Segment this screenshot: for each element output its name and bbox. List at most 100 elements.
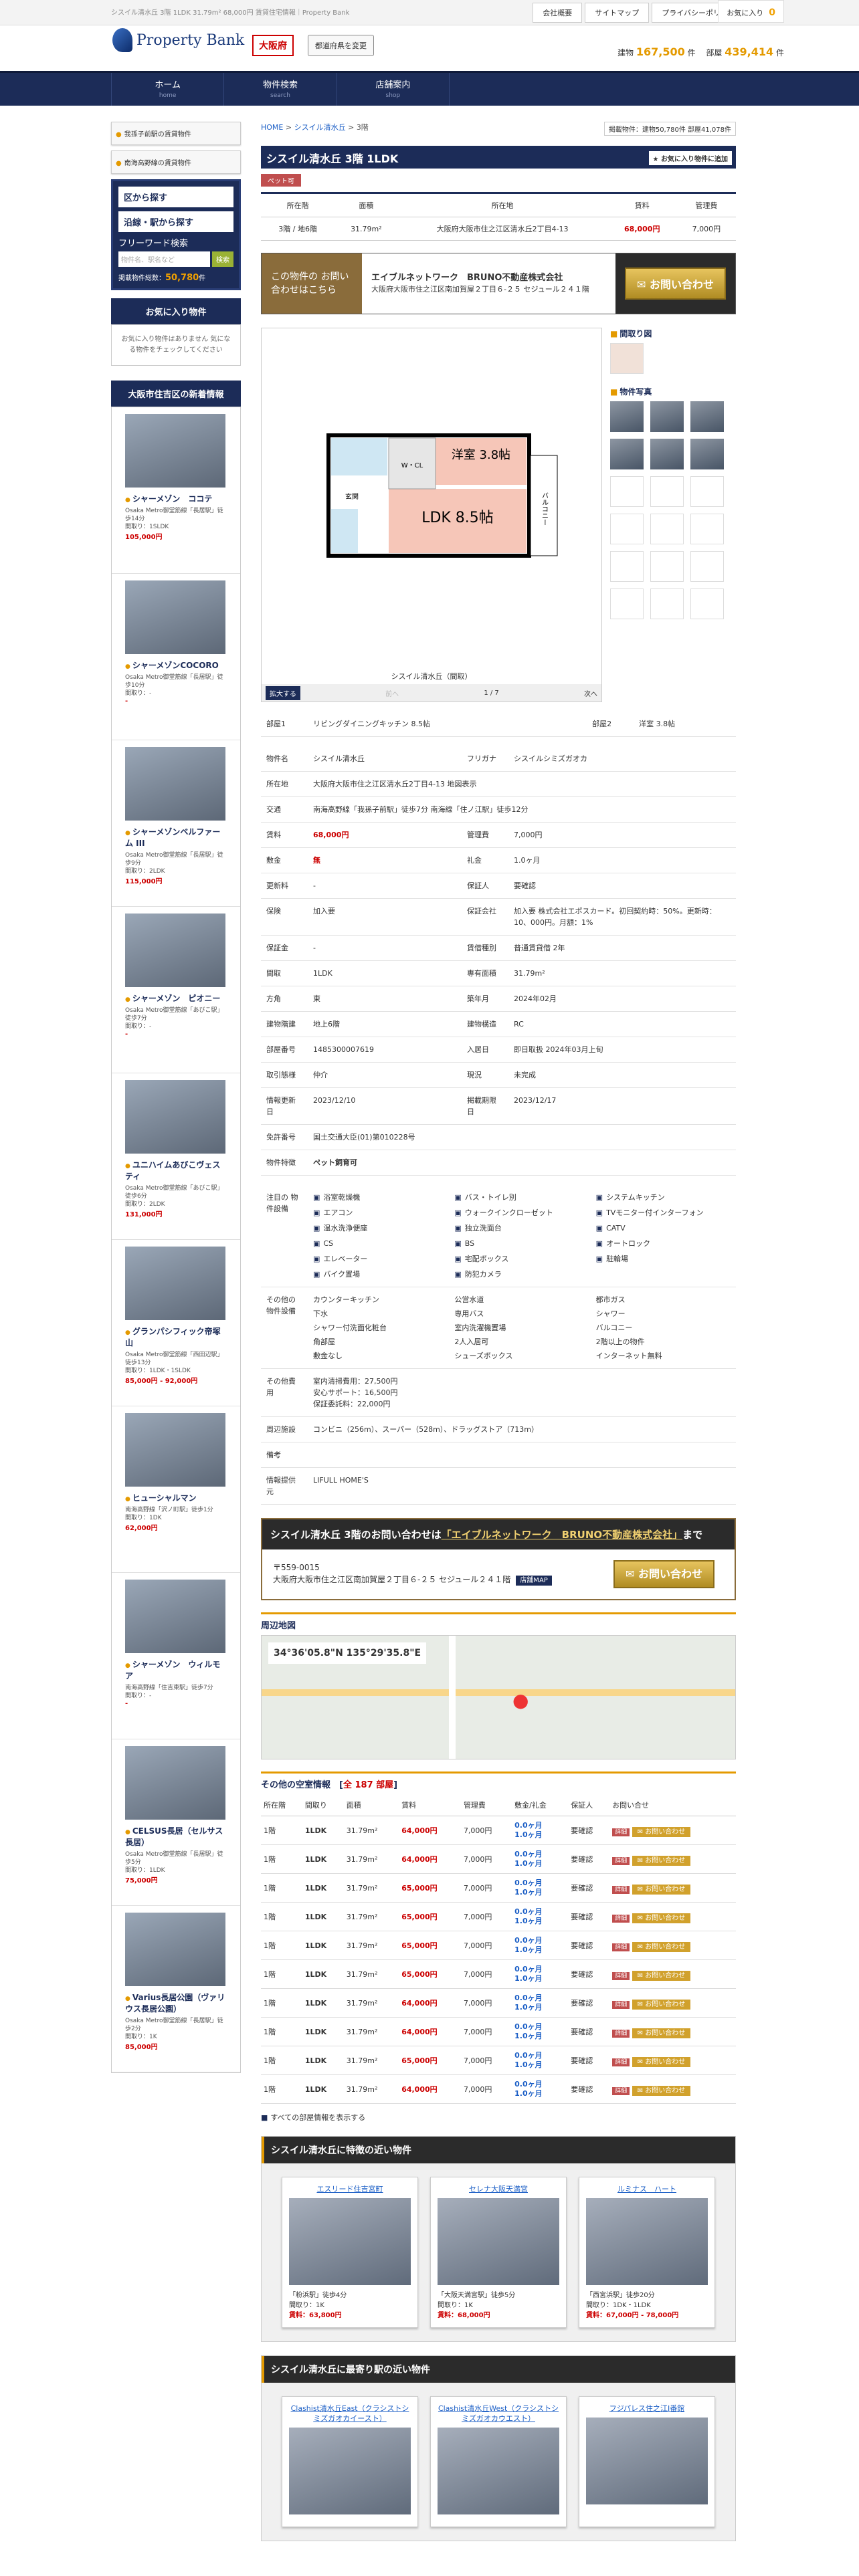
detail-row: 交通 南海高野線「我孫子前駅」徒歩7分 南海線「住ノ江駅」徒歩12分 <box>261 796 736 823</box>
other-equipment-item: 敷金なし <box>313 1352 343 1360</box>
table-row[interactable]: 1階 1LDK 31.79m² 65,000円 7,000円 0.0ヶ月 1.0ヶ月 要確認詳… <box>261 1931 736 1960</box>
search-by-area-button[interactable]: 区から探す <box>118 187 233 207</box>
row-inquiry-button[interactable]: ✉ お問い合わせ <box>632 1941 691 1952</box>
inquiry-company-link[interactable]: 「エイブルネットワーク BRUNO不動産株式会社」 <box>442 1529 682 1541</box>
similar-card[interactable]: ルミナス ハート 「西宮浜駅」徒歩20分 間取り：1DK・1LDK 賃料：67,000… <box>579 2177 715 2328</box>
detail-button[interactable]: 詳細 <box>612 1885 630 1894</box>
map[interactable]: 34°36'05.8"N 135°29'35.8"E ● <box>261 1635 736 1759</box>
free-search-button[interactable]: 検索 <box>212 251 233 267</box>
table-row[interactable]: 1階 1LDK 31.79m² 65,000円 7,000円 0.0ヶ月 1.0ヶ月 要確認詳… <box>261 1902 736 1931</box>
equipment-item: 駐輪場 <box>596 1253 731 1265</box>
row-inquiry-button[interactable]: ✉ お問い合わせ <box>632 1999 691 2010</box>
favorites-counter[interactable]: お気に入り 0 <box>718 0 784 23</box>
inquiry-button[interactable]: ✉ お問い合わせ <box>613 1560 714 1588</box>
zoom-button[interactable]: 拡大する <box>266 685 300 700</box>
similar-card[interactable]: エスリード住吉宮町 「粉浜駅」徒歩4分 間取り：1K 賃料：63,800円 <box>282 2177 418 2328</box>
add-favorite-button[interactable]: ★ お気に入り物件に追加 <box>648 151 732 165</box>
table-row[interactable]: 1階 1LDK 31.79m² 64,000円 7,000円 0.0ヶ月 1.0ヶ月 要確認詳… <box>261 1816 736 1845</box>
row-inquiry-button[interactable]: ✉ お問い合わせ <box>632 2056 691 2067</box>
nav-home[interactable]: ホーム home <box>111 73 223 106</box>
new-list-item[interactable]: ヒューシャルマン 南海高野線「沢ノ町駅」徒歩1分 間取り：1DK 62,000円 <box>112 1406 240 1573</box>
row-inquiry-button[interactable]: ✉ お問い合わせ <box>632 1826 691 1837</box>
table-row[interactable]: 1階 1LDK 31.79m² 64,000円 7,000円 0.0ヶ月 1.0ヶ月 要確認詳… <box>261 2074 736 2104</box>
gallery: 洋室 3.8帖 LDK 8.5帖 W・CL バルコニー 玄関 シスイル清水丘（間… <box>261 328 736 702</box>
new-list-item[interactable]: シャーメゾン ウィルモア 南海高野線「住吉東駅」徒歩7分 間取り：- - <box>112 1573 240 1739</box>
row-inquiry-button[interactable]: ✉ お問い合わせ <box>632 1970 691 1981</box>
table-row[interactable]: 1階 1LDK 31.79m² 64,000円 7,000円 0.0ヶ月 1.0ヶ月 要確認詳… <box>261 1988 736 2018</box>
top-links: 会社概要 サイトマップ プライバシーポリシー <box>530 3 745 23</box>
svg-text:W・CL: W・CL <box>401 462 423 469</box>
detail-button[interactable]: 詳細 <box>612 2029 630 2038</box>
top-link-company[interactable]: 会社概要 <box>533 3 583 23</box>
new-list-item[interactable]: シャーメゾンベルファーム III Osaka Metro御堂筋線「長居駅」徒歩9… <box>112 740 240 907</box>
equipment-item: ウォークインクローゼット <box>454 1207 589 1218</box>
thumb-photo[interactable] <box>650 439 684 469</box>
thumb-photo[interactable] <box>610 439 644 469</box>
detail-button[interactable]: 詳細 <box>612 2086 630 2095</box>
row-inquiry-button[interactable]: ✉ お問い合わせ <box>632 2085 691 2096</box>
main-image[interactable]: 洋室 3.8帖 LDK 8.5帖 W・CL バルコニー 玄関 シスイル清水丘（間… <box>261 328 602 702</box>
row-inquiry-button[interactable]: ✉ お問い合わせ <box>632 1913 691 1923</box>
equipment-item: CS <box>313 1238 448 1249</box>
shop-map-button[interactable]: 店舗MAP <box>516 1576 552 1586</box>
row-inquiry-button[interactable]: ✉ お問い合わせ <box>632 1884 691 1895</box>
detail-button[interactable]: 詳細 <box>612 1856 630 1865</box>
detail-button[interactable]: 詳細 <box>612 2058 630 2066</box>
new-list-item[interactable]: シャーメゾン ピオニー Osaka Metro御堂筋線「あびこ駅」徒歩7分 間取… <box>112 907 240 1073</box>
prev-button[interactable]: 前へ <box>385 688 399 698</box>
logo[interactable]: Property Bank <box>112 28 244 52</box>
new-list-item[interactable]: グランパシフィック帝塚山 Osaka Metro御堂筋線「西田辺駅」徒歩13分 … <box>112 1240 240 1406</box>
next-button[interactable]: 次へ <box>584 688 597 698</box>
crumb-building[interactable]: シスイル清水丘 <box>294 123 346 132</box>
crumb-home[interactable]: HOME <box>261 123 283 132</box>
show-all-rooms-button[interactable]: すべての部屋情報を表示する <box>261 2112 736 2123</box>
thumb-photo[interactable] <box>690 439 724 469</box>
thumb-photo[interactable] <box>690 401 724 432</box>
search-by-line-button[interactable]: 沿線・駅から探す <box>118 211 233 232</box>
new-item-name: Varius長居公園（ヴァリウス長居公園） <box>125 1992 227 2014</box>
nearby-card[interactable]: Clashist清水丘West（クラシストシミズガオカウエスト） <box>430 2396 567 2527</box>
new-list-item[interactable]: シャーメゾン ココテ Osaka Metro御堂筋線「長居駅」徒歩14分 間取り… <box>112 407 240 574</box>
other-equipment-item: シャワー付洗面化粧台 <box>313 1323 387 1332</box>
detail-button[interactable]: 詳細 <box>612 2000 630 2009</box>
equipment-item: BS <box>454 1238 589 1249</box>
sidebar-line-link[interactable]: 南海高野線の賃貸物件 <box>111 150 241 174</box>
card-photo <box>289 2198 411 2285</box>
detail-button[interactable]: 詳細 <box>612 1914 630 1923</box>
map-coordinates: 34°36'05.8"N 135°29'35.8"E <box>268 1642 427 1664</box>
table-row[interactable]: 1階 1LDK 31.79m² 64,000円 7,000円 0.0ヶ月 1.0ヶ月 要確認詳… <box>261 1844 736 1874</box>
nav-search[interactable]: 物件検索 search <box>223 73 336 106</box>
row-inquiry-button[interactable]: ✉ お問い合わせ <box>632 2028 691 2038</box>
detail-row: 所在地 大阪府大阪市住之江区清水丘2丁目4-13 地図表示 <box>261 771 736 797</box>
new-list-item[interactable]: Varius長居公園（ヴァリウス長居公園） Osaka Metro御堂筋線「長居… <box>112 1906 240 2072</box>
detail-row: 賃料 68,000円 管理費 7,000円 <box>261 822 736 848</box>
similar-card[interactable]: セレナ大阪天満宮 「大阪天満宮駅」徒歩5分 間取り：1K 賃料：68,000円 <box>430 2177 567 2328</box>
nav-shop[interactable]: 店舗案内 shop <box>336 73 450 106</box>
nearby-card[interactable]: フジパレス住之江Ⅰ番館 <box>579 2396 715 2527</box>
table-row[interactable]: 1階 1LDK 31.79m² 65,000円 7,000円 0.0ヶ月 1.0ヶ月 要確認詳… <box>261 1959 736 1989</box>
sidebar-station-link[interactable]: 我孫子前駅の賃貸物件 <box>111 122 241 145</box>
thumb-plan[interactable] <box>610 343 644 374</box>
thumb-photo[interactable] <box>650 401 684 432</box>
prefecture-select[interactable]: 都道府県を変更 <box>308 35 374 56</box>
detail-button[interactable]: 詳細 <box>612 1828 630 1836</box>
row-inquiry-button[interactable]: ✉ お問い合わせ <box>632 1855 691 1866</box>
top-link-sitemap[interactable]: サイトマップ <box>585 3 650 23</box>
contact-button[interactable]: ✉ お問い合わせ <box>625 267 726 300</box>
table-row[interactable]: 1階 1LDK 31.79m² 65,000円 7,000円 0.0ヶ月 1.0ヶ月 要確認詳… <box>261 1873 736 1903</box>
new-list-item[interactable]: CELSUS長居（セルサス長居） Osaka Metro御堂筋線「長居駅」徒歩5… <box>112 1739 240 1906</box>
detail-row: 部屋番号 1485300007619 入居日 即日取扱 2024年03月上旬 <box>261 1037 736 1063</box>
contact-lead: この物件の お問い合わせはこちら <box>262 253 362 314</box>
thumb-photo[interactable] <box>610 401 644 432</box>
header-counts: 建物 167,500 件 部屋 439,414 件 <box>617 45 784 58</box>
nearby-card[interactable]: Clashist清水丘East（クラシストシミズガオカイースト） <box>282 2396 418 2527</box>
table-row[interactable]: 1階 1LDK 31.79m² 65,000円 7,000円 0.0ヶ月 1.0ヶ月 要確認詳… <box>261 2046 736 2075</box>
header: Property Bank 大阪府 都道府県を変更 建物 167,500 件 部… <box>0 25 859 71</box>
detail-button[interactable]: 詳細 <box>612 1943 630 1951</box>
detail-button[interactable]: 詳細 <box>612 1971 630 1980</box>
new-list-item[interactable]: ユニハイムあびこヴェスティ Osaka Metro御堂筋線「あびこ駅」徒歩6分 … <box>112 1073 240 1240</box>
table-row[interactable]: 1階 1LDK 31.79m² 64,000円 7,000円 0.0ヶ月 1.0ヶ月 要確認詳… <box>261 2017 736 2046</box>
new-list-item[interactable]: シャーメゾンCOCORO Osaka Metro御堂筋線「長居駅」徒歩10分 間… <box>112 574 240 740</box>
detail-row: 更新料 - 保証人 要確認 <box>261 873 736 899</box>
free-search-input[interactable]: 物件名、駅名など <box>118 251 210 267</box>
